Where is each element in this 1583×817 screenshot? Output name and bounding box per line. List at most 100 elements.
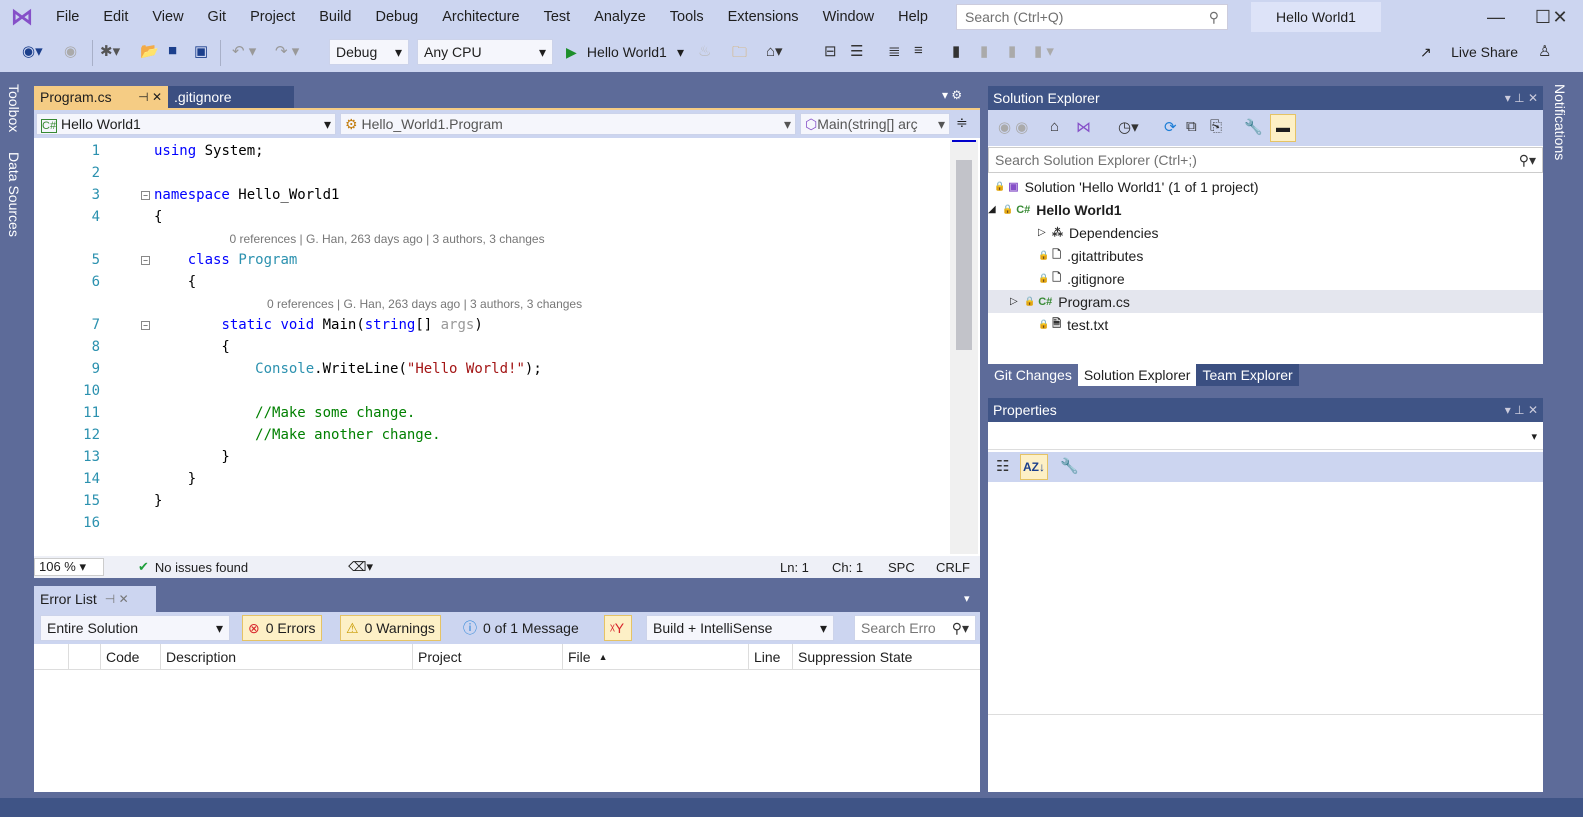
column-header-line[interactable]: Line [748, 644, 792, 670]
live-share-button[interactable]: ↗ Live Share [1414, 39, 1524, 65]
code-line[interactable]: 4{ [34, 206, 950, 228]
error-list-tab[interactable]: Error List ⊣ ✕ [34, 586, 156, 612]
save-all-icon[interactable]: ▣ [194, 42, 208, 60]
alphabetical-icon[interactable]: AZ↓ [1020, 454, 1048, 480]
codelens[interactable]: 0 references | G. Han, 263 days ago | 3 … [34, 293, 950, 314]
column-header-code[interactable]: Code [100, 644, 160, 670]
menu-build[interactable]: Build [307, 9, 363, 25]
menu-analyze[interactable]: Analyze [582, 9, 658, 25]
save-icon[interactable]: ■ [168, 42, 177, 59]
uncomment-icon[interactable]: ≡ [914, 42, 923, 59]
format-icon[interactable]: ☰ [850, 42, 863, 60]
warnings-filter-button[interactable]: ⚠ 0 Warnings [340, 615, 441, 641]
column-icon-header[interactable] [68, 644, 100, 670]
pending-changes-icon[interactable]: ◷▾ [1118, 118, 1139, 136]
menu-extensions[interactable]: Extensions [716, 9, 811, 25]
build-source-dropdown[interactable]: Build + IntelliSense ▾ [646, 615, 834, 641]
tree-item[interactable]: 🔒 🗎 test.txt [988, 313, 1543, 336]
properties-wrench-icon[interactable]: 🔧 [1244, 118, 1263, 136]
indentation-mode[interactable]: SPC [888, 560, 936, 575]
tab-solution-explorer[interactable]: Solution Explorer [1077, 364, 1197, 386]
collapse-icon[interactable]: − [141, 320, 150, 330]
codelens-text[interactable]: 0 references | G. Han, 263 days ago | 3 … [230, 232, 545, 246]
tree-item[interactable]: 🔒 ▣ Solution 'Hello World1' (1 of 1 projec… [988, 175, 1543, 198]
pin-icon[interactable]: ⊣ ✕ [105, 592, 129, 606]
line-ending[interactable]: CRLF [936, 560, 980, 575]
code-line[interactable]: 6 { [34, 271, 950, 293]
menu-architecture[interactable]: Architecture [430, 9, 531, 25]
categorized-icon[interactable]: ☷ [996, 457, 1009, 475]
property-pages-icon[interactable]: 🔧 [1060, 457, 1079, 475]
panel-controls-icon[interactable]: ▾ ⊥ ✕ [1505, 91, 1538, 105]
home-icon[interactable]: ⌂▾ [766, 42, 783, 60]
tree-item[interactable]: 🔒 🗋 .gitignore [988, 267, 1543, 290]
zoom-dropdown[interactable]: 106 % ▾ [34, 558, 104, 576]
tree-item[interactable]: ▷ ⁂ Dependencies [988, 221, 1543, 244]
forward-icon[interactable]: ◉ [64, 42, 77, 60]
bookmark-icon[interactable]: ▮ [952, 42, 960, 60]
expanded-arrow-icon[interactable]: ◢ [988, 204, 1002, 215]
code-line[interactable]: 5 − class Program [34, 249, 950, 271]
issues-status[interactable]: No issues found [155, 560, 248, 575]
split-window-icon[interactable]: ≑ [956, 114, 968, 131]
column-header-file[interactable]: File ▲ [562, 644, 748, 670]
menu-edit[interactable]: Edit [91, 9, 140, 25]
redo-icon[interactable]: ↷ ▾ [275, 42, 299, 60]
column-header-description[interactable]: Description [160, 644, 412, 670]
solution-search-input[interactable]: Search Solution Explorer (Ctrl+;) ⚲▾ [988, 147, 1543, 173]
show-all-files-icon[interactable]: ⎘ [1210, 118, 1222, 135]
code-line[interactable]: 14 } [34, 468, 950, 490]
menu-tools[interactable]: Tools [658, 9, 716, 25]
data-sources-tab[interactable]: Data Sources [6, 152, 22, 237]
close-window-button[interactable]: ✕ [1537, 0, 1583, 34]
tree-item[interactable]: 🔒 🗋 .gitattributes [988, 244, 1543, 267]
feedback-icon[interactable]: ♙ [1538, 42, 1551, 60]
code-line[interactable]: 8 { [34, 336, 950, 358]
preview-icon[interactable]: ▬ [1270, 114, 1296, 142]
cleanup-icon[interactable]: ⌫▾ [348, 559, 373, 575]
switch-views-icon[interactable]: ⋈ [1076, 118, 1091, 136]
platform-dropdown[interactable]: Any CPU ▾ [417, 39, 553, 65]
sync-icon[interactable]: ⟳ [1164, 118, 1177, 136]
code-line[interactable]: 16 [34, 512, 950, 534]
clear-bookmarks-icon[interactable]: ▮ ▾ [1034, 42, 1054, 60]
prev-bookmark-icon[interactable]: ▮ [980, 42, 988, 60]
configuration-dropdown[interactable]: Debug ▾ [329, 39, 409, 65]
collapse-icon[interactable]: − [141, 255, 150, 265]
code-line[interactable]: 10 [34, 380, 950, 402]
open-file-icon[interactable]: 📂 [140, 42, 159, 60]
code-line[interactable]: 13 } [34, 446, 950, 468]
tab-gitignore[interactable]: .gitignore [168, 86, 294, 108]
tree-item[interactable]: ◢ 🔒 C# Hello World1 [988, 198, 1543, 221]
clear-filter-button[interactable]: ᵡY [604, 615, 632, 641]
code-line[interactable]: 11 //Make some change. [34, 402, 950, 424]
collapsed-arrow-icon[interactable]: ▷ [1038, 227, 1052, 238]
errors-filter-button[interactable]: ⊗ 0 Errors [242, 615, 322, 641]
pin-icon[interactable]: ⊣ ✕ [138, 90, 162, 104]
menu-file[interactable]: File [44, 9, 91, 25]
menu-project[interactable]: Project [238, 9, 307, 25]
code-line[interactable]: 2 [34, 162, 950, 184]
scope-dropdown[interactable]: Entire Solution ▾ [40, 615, 230, 641]
tab-program-cs[interactable]: Program.cs ⊣ ✕ [34, 86, 168, 108]
panel-menu-icon[interactable]: ▾ [964, 592, 970, 605]
undo-icon[interactable]: ↶ ▾ [232, 42, 256, 60]
start-debugging-button[interactable]: ▶ Hello World1 ▾ [560, 39, 690, 65]
tab-git-changes[interactable]: Git Changes [988, 364, 1078, 386]
back-icon[interactable]: ◉▾ [22, 42, 43, 60]
vertical-scrollbar[interactable] [950, 140, 978, 554]
object-dropdown[interactable]: ▾ [988, 424, 1543, 450]
column-header-suppression-state[interactable]: Suppression State [792, 644, 946, 670]
tab-team-explorer[interactable]: Team Explorer [1196, 364, 1299, 386]
notifications-tab[interactable]: Notifications [1552, 84, 1568, 160]
back-icon[interactable]: ◉ ◉ [998, 118, 1028, 136]
tab-overflow-icon[interactable]: ▾ ⚙ [942, 88, 962, 102]
code-line[interactable]: 3 − namespace Hello_World1 [34, 184, 950, 206]
search-input[interactable]: Search (Ctrl+Q) ⚲ [956, 4, 1228, 30]
class-dropdown[interactable]: ⚙ Hello_World1.Program ▾ [340, 113, 796, 135]
step-into-icon[interactable]: ⊟ [824, 42, 837, 60]
find-in-files-icon[interactable]: 🗀 [732, 42, 747, 67]
code-line[interactable]: 1 using System; [34, 140, 950, 162]
code-line[interactable]: 12 //Make another change. [34, 424, 950, 446]
menu-test[interactable]: Test [532, 9, 583, 25]
